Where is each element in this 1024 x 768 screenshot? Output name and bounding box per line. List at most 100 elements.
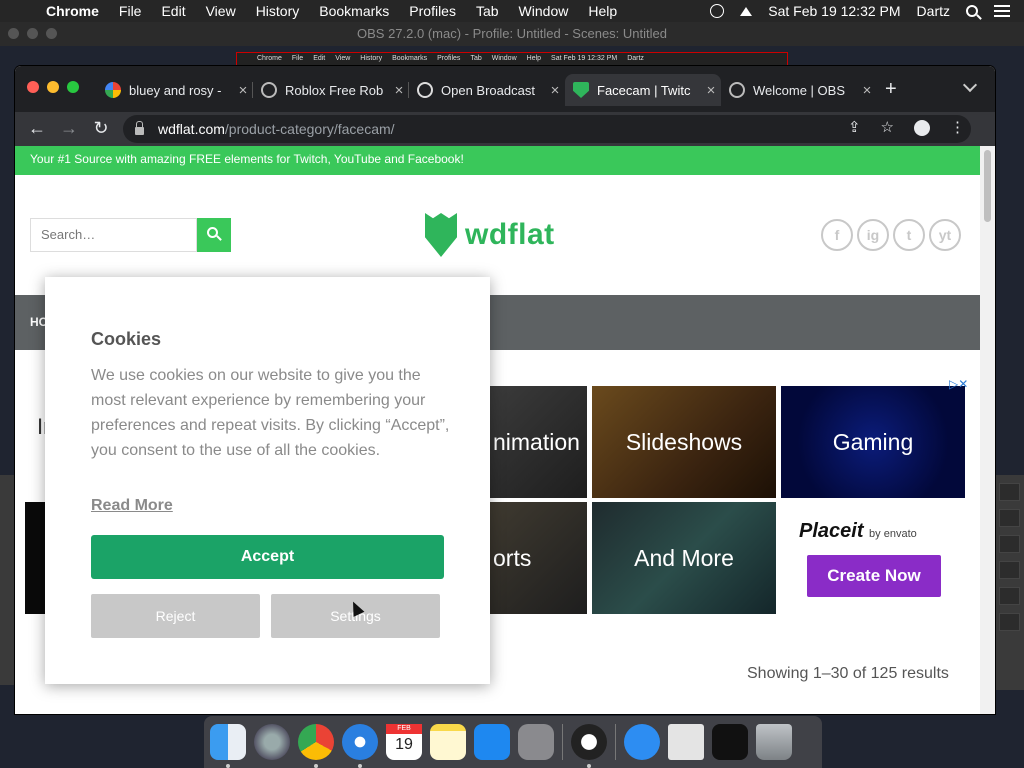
menu-history[interactable]: History	[256, 3, 300, 19]
back-button[interactable]: ←	[25, 118, 49, 139]
twitter-icon[interactable]: t	[893, 219, 925, 251]
accept-button[interactable]: Accept	[91, 535, 444, 579]
address-bar[interactable]: wdflat.com /product-category/facecam/ ⇪ …	[123, 115, 971, 143]
eject-icon[interactable]	[740, 6, 753, 16]
menu-app-name[interactable]: Chrome	[46, 3, 99, 19]
more-menu-icon[interactable]: ⋮	[950, 118, 965, 136]
spotlight-icon[interactable]	[966, 5, 978, 17]
document-icon[interactable]	[668, 724, 704, 760]
obs-panel-row[interactable]	[999, 509, 1020, 527]
page-scrollbar[interactable]	[980, 146, 995, 714]
notes-icon[interactable]	[430, 724, 466, 760]
category-tile-sports[interactable]: orts	[489, 502, 587, 614]
tab-facecam[interactable]: Facecam | Twitc ×	[565, 74, 721, 106]
obs-panel-row[interactable]	[999, 587, 1020, 605]
obs-panel-row[interactable]	[999, 613, 1020, 631]
reject-button[interactable]: Reject	[91, 594, 260, 638]
calendar-icon[interactable]: FEB 19	[386, 724, 422, 760]
obs-minimize-button[interactable]	[27, 28, 38, 39]
logo-text: wdflat	[465, 218, 555, 251]
safari-icon[interactable]	[342, 724, 378, 768]
bookmark-star-icon[interactable]: ☆	[881, 118, 894, 136]
close-tab-icon[interactable]: ×	[857, 82, 877, 99]
preview-text: Help	[526, 55, 542, 62]
site-logo[interactable]: wdflat	[425, 212, 555, 258]
preview-text: Edit	[313, 55, 326, 62]
downloads-icon[interactable]	[624, 724, 660, 760]
results-count: Showing 1–30 of 125 results	[747, 665, 949, 682]
obs-panel-row[interactable]	[999, 483, 1020, 501]
menu-view[interactable]: View	[206, 3, 236, 19]
category-tile-slideshows[interactable]: Slideshows	[592, 386, 776, 498]
chrome-window: bluey and rosy - × Roblox Free Rob × Ope…	[15, 66, 995, 714]
category-tile-and-more[interactable]: And More	[592, 502, 776, 614]
profile-avatar[interactable]	[914, 120, 930, 136]
new-tab-button[interactable]: +	[885, 78, 897, 101]
dock-separator	[562, 724, 563, 760]
youtube-icon[interactable]: yt	[929, 219, 961, 251]
adchoices-icon[interactable]: ▷✕	[949, 377, 968, 391]
site-search-input[interactable]: Search…	[30, 218, 197, 252]
category-tile-gaming[interactable]: Gaming	[781, 386, 965, 498]
app-store-icon[interactable]	[474, 724, 510, 760]
menu-user[interactable]: Dartz	[917, 3, 950, 19]
menu-file[interactable]: File	[119, 3, 142, 19]
menu-clock[interactable]: Sat Feb 19 12:32 PM	[768, 3, 900, 19]
instagram-icon[interactable]: ig	[857, 219, 889, 251]
forward-button[interactable]: →	[57, 118, 81, 139]
reload-button[interactable]: ↻	[89, 118, 113, 139]
obs-status-icon[interactable]	[710, 4, 725, 18]
obs-panel-row[interactable]	[999, 561, 1020, 579]
obs-right-panel	[995, 475, 1024, 690]
running-dot	[587, 764, 591, 768]
preview-text: View	[335, 55, 351, 62]
chrome-icon[interactable]	[298, 724, 334, 768]
obs-zoom-button[interactable]	[46, 28, 57, 39]
search-icon	[207, 227, 218, 238]
crown-shield-icon	[425, 213, 457, 257]
close-tab-icon[interactable]: ×	[701, 82, 721, 99]
cookie-body: We use cookies on our website to give yo…	[91, 367, 450, 459]
menu-edit[interactable]: Edit	[161, 3, 185, 19]
menu-window[interactable]: Window	[519, 3, 569, 19]
screen-icon[interactable]	[712, 724, 748, 760]
tab-search-chevron-icon[interactable]	[962, 77, 978, 93]
menu-help[interactable]: Help	[588, 3, 617, 19]
close-window-button[interactable]	[27, 81, 39, 93]
category-tile-animation[interactable]: nimation	[489, 386, 587, 498]
minimize-window-button[interactable]	[47, 81, 59, 93]
lock-icon[interactable]	[135, 121, 144, 135]
site-search-button[interactable]	[197, 218, 231, 252]
close-tab-icon[interactable]: ×	[545, 82, 565, 99]
placeit-ad[interactable]: Placeit by envato Create Now	[781, 502, 965, 614]
scrollbar-thumb[interactable]	[984, 150, 991, 222]
trash-icon[interactable]	[756, 724, 792, 760]
finder-icon[interactable]	[210, 724, 246, 768]
tab-welcome-obs[interactable]: Welcome | OBS ×	[721, 74, 877, 106]
read-more-link[interactable]: Read More	[91, 497, 173, 515]
obs-icon[interactable]	[571, 724, 607, 768]
zoom-window-button[interactable]	[67, 81, 79, 93]
tab-roblox[interactable]: Roblox Free Rob ×	[253, 74, 409, 106]
obs-panel-row[interactable]	[999, 535, 1020, 553]
tab-obs-project[interactable]: Open Broadcast ×	[409, 74, 565, 106]
tile-label: Slideshows	[625, 428, 743, 455]
globe-icon	[729, 82, 745, 98]
share-icon[interactable]: ⇪	[848, 118, 861, 136]
running-dot	[358, 764, 362, 768]
system-preferences-icon[interactable]	[518, 724, 554, 760]
obs-close-button[interactable]	[8, 28, 19, 39]
control-center-icon[interactable]	[994, 5, 1010, 17]
menu-bookmarks[interactable]: Bookmarks	[319, 3, 389, 19]
create-now-button[interactable]: Create Now	[807, 555, 941, 597]
menu-profiles[interactable]: Profiles	[409, 3, 456, 19]
obs-icon	[417, 82, 433, 98]
tab-bluey[interactable]: bluey and rosy - ×	[97, 74, 253, 106]
menu-tab[interactable]: Tab	[476, 3, 499, 19]
facebook-icon[interactable]: f	[821, 219, 853, 251]
browser-toolbar: ← → ↻ wdflat.com /product-category/facec…	[15, 112, 995, 146]
launchpad-icon[interactable]	[254, 724, 290, 760]
close-tab-icon[interactable]: ×	[389, 82, 409, 99]
close-tab-icon[interactable]: ×	[233, 82, 253, 99]
address-domain: wdflat.com	[158, 121, 225, 137]
